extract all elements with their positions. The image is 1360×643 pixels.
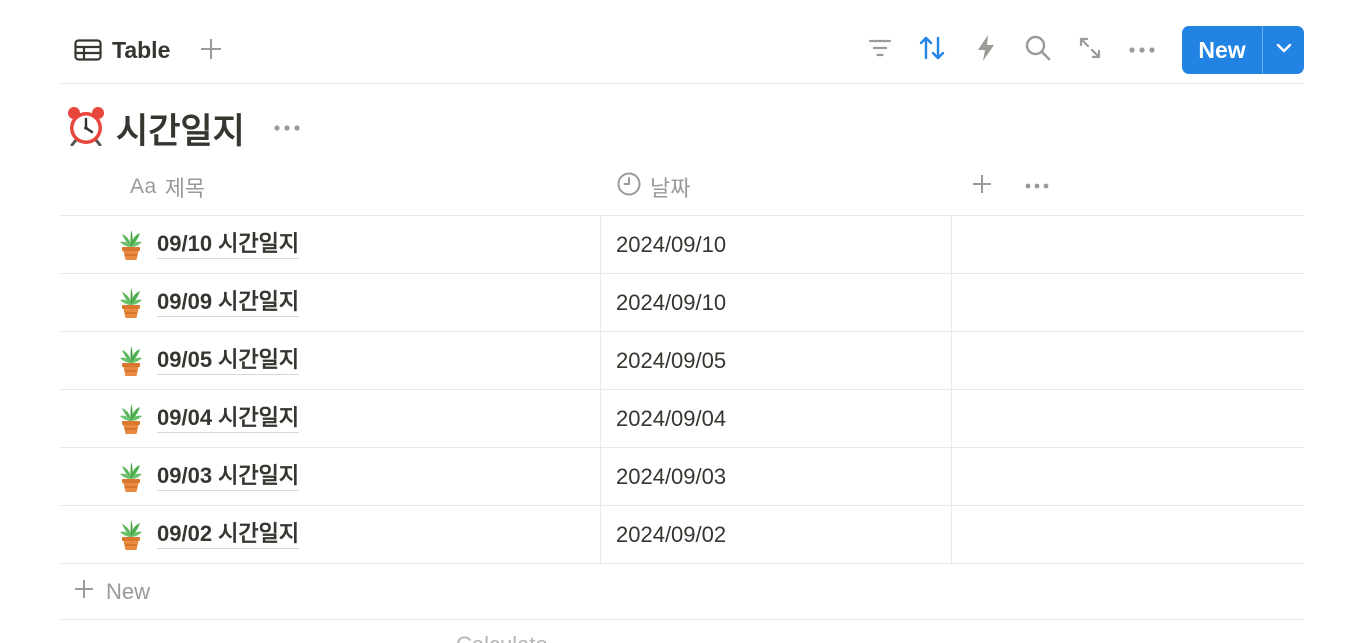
title-cell[interactable]: 09/10 시간일지 [60,216,601,273]
calculate-button[interactable]: Calculate [456,632,548,643]
lightning-icon [975,34,997,67]
potted-plant-icon [116,287,146,319]
add-property-button[interactable] [968,172,996,200]
filter-button[interactable] [866,36,894,64]
alarm-clock-icon[interactable] [66,106,106,151]
database-title: 시간일지 [66,104,301,152]
table-icon [74,39,102,61]
property-more-button[interactable] [1022,172,1052,200]
title-cell[interactable]: 09/02 시간일지 [60,506,601,563]
table-body: 09/10 시간일지 2024/09/10 09/09 시간일지 2024/09… [60,216,1304,564]
row-title[interactable]: 09/10 시간일지 [157,231,300,259]
expand-icon [1077,35,1103,66]
date-cell[interactable]: 2024/09/04 [601,390,952,447]
table-row[interactable]: 09/03 시간일지 2024/09/03 [60,448,1304,506]
sort-icon [918,35,946,66]
row-title[interactable]: 09/05 시간일지 [157,347,300,375]
expand-button[interactable] [1076,36,1104,64]
add-row-button[interactable]: New [60,564,1304,620]
column-header-date[interactable]: 날짜 [616,158,690,215]
more-icon [1024,177,1050,195]
potted-plant-icon [116,229,146,261]
more-icon [1128,41,1156,59]
text-type-icon: Aa [130,174,157,198]
view-tab-table[interactable]: Table [74,30,170,70]
table-row[interactable]: 09/10 시간일지 2024/09/10 [60,216,1304,274]
row-title[interactable]: 09/09 시간일지 [157,289,300,317]
automation-button[interactable] [972,34,1000,67]
database-title-text[interactable]: 시간일지 [116,103,245,154]
row-date: 2024/09/10 [616,289,727,315]
date-cell[interactable]: 2024/09/10 [601,274,952,331]
date-cell[interactable]: 2024/09/03 [601,448,952,505]
search-icon [1024,34,1052,67]
plus-icon [72,577,96,607]
row-title[interactable]: 09/03 시간일지 [157,463,300,491]
plus-icon [970,172,994,201]
calculate-row: Calculate [60,620,1304,643]
add-row-label: New [106,578,151,604]
table-row[interactable]: 09/02 시간일지 2024/09/02 [60,506,1304,564]
potted-plant-icon [116,403,146,435]
new-button[interactable]: New [1182,26,1262,74]
date-cell[interactable]: 2024/09/05 [601,332,952,389]
database-table: Aa 제목 날짜 09/10 시간일지 2024/09/10 09/09 시간일… [60,158,1304,643]
title-cell[interactable]: 09/04 시간일지 [60,390,601,447]
title-more-button[interactable] [273,119,301,137]
table-row[interactable]: 09/05 시간일지 2024/09/05 [60,332,1304,390]
database-page: Table New 시간일지 Aa 제목 날짜 09/10 시간일지 2024/… [0,0,1360,643]
row-date: 2024/09/04 [616,405,727,431]
filter-icon [867,37,893,64]
title-cell[interactable]: 09/09 시간일지 [60,274,601,331]
row-date: 2024/09/05 [616,347,727,373]
potted-plant-icon [116,345,146,377]
table-row[interactable]: 09/09 시간일지 2024/09/10 [60,274,1304,332]
column-label: 제목 [164,175,206,201]
row-date: 2024/09/10 [616,231,727,257]
more-options-button[interactable] [1128,36,1156,64]
table-header: Aa 제목 날짜 [60,158,1304,216]
search-button[interactable] [1024,34,1052,67]
row-title[interactable]: 09/02 시간일지 [157,521,300,549]
row-date: 2024/09/02 [616,521,727,547]
table-row[interactable]: 09/04 시간일지 2024/09/04 [60,390,1304,448]
add-view-button[interactable] [198,36,224,62]
potted-plant-icon [116,461,146,493]
view-tab-label: Table [112,36,171,63]
database-toolbar: Table New [60,16,1304,84]
column-label: 날짜 [650,175,691,201]
column-header-title[interactable]: Aa 제목 [130,158,205,215]
plus-icon [198,39,224,66]
title-cell[interactable]: 09/03 시간일지 [60,448,601,505]
row-date: 2024/09/03 [616,463,727,489]
chevron-down-icon [1275,41,1293,59]
date-cell[interactable]: 2024/09/10 [601,216,952,273]
title-cell[interactable]: 09/05 시간일지 [60,332,601,389]
more-icon [273,119,301,137]
new-options-button[interactable] [1263,26,1304,74]
new-button-group: New [1182,26,1304,74]
clock-icon [616,171,642,203]
sort-button[interactable] [918,36,946,64]
row-title[interactable]: 09/04 시간일지 [157,405,300,433]
potted-plant-icon [116,519,146,551]
date-cell[interactable]: 2024/09/02 [601,506,952,563]
